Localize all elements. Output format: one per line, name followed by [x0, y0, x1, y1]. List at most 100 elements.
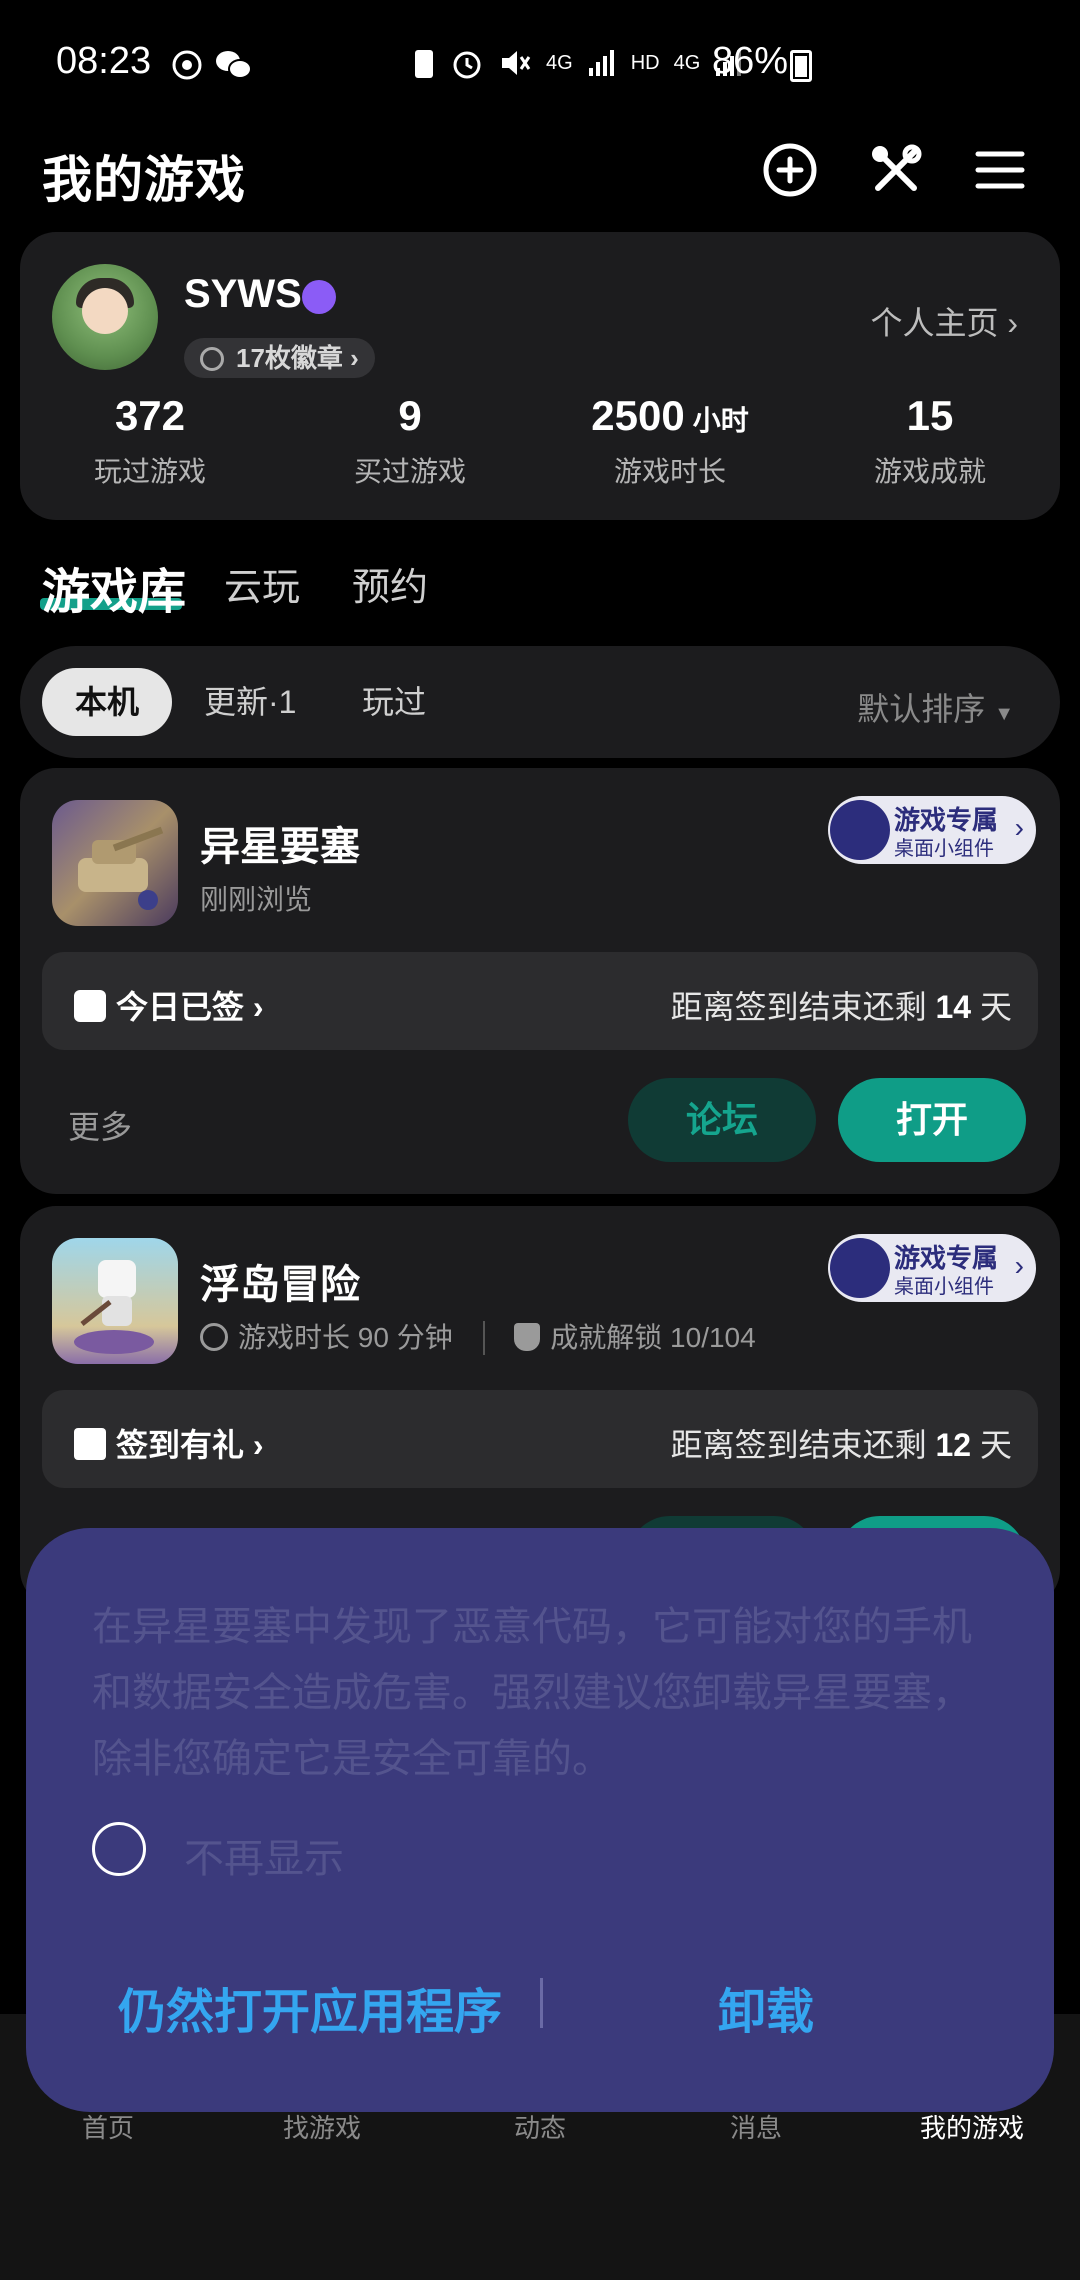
chevron-right-icon: › [244, 989, 264, 1025]
chevron-right-icon: › [1007, 305, 1018, 341]
nav-feed[interactable]: 动态 [440, 2108, 640, 2145]
sort-dropdown[interactable]: 默认排序 ▼ [857, 684, 1014, 730]
desktop-widget-button[interactable]: 游戏专属 桌面小组件 › [828, 796, 1036, 864]
medal-icon [200, 347, 224, 371]
tab-cloud-play[interactable]: 云玩 [224, 556, 300, 611]
tools-icon[interactable] [866, 140, 926, 200]
sort-label: 默认排序 [857, 691, 986, 727]
network-type-1: 4G [546, 51, 573, 74]
signal-icon [588, 50, 614, 76]
sign-in-gift[interactable]: 签到有礼 › [74, 1420, 264, 1466]
stat-bought[interactable]: 9 买过游戏 [280, 392, 540, 490]
filter-local[interactable]: 本机 [42, 668, 172, 736]
stat-unit: 小时 [692, 405, 749, 436]
chevron-right-icon: › [1014, 812, 1024, 843]
battery-percent: 86% [712, 40, 789, 82]
game-meta: 游戏时长 90 分钟 成就解锁 10/104 [200, 1316, 756, 1356]
tab-reservation[interactable]: 预约 [352, 556, 428, 611]
dialog-button-divider [540, 1978, 543, 2028]
open-button[interactable]: 打开 [838, 1078, 1026, 1162]
nav-messages[interactable]: 消息 [656, 2108, 856, 2145]
caret-down-icon: ▼ [994, 703, 1014, 725]
battery-saver-icon [415, 50, 433, 78]
stat-label: 游戏成就 [873, 456, 986, 487]
avatar[interactable] [52, 264, 158, 370]
chevron-right-icon: › [244, 1427, 264, 1463]
stat-value: 9 [398, 392, 422, 439]
stat-playtime[interactable]: 2500 小时 游戏时长 [540, 392, 800, 490]
sign-in-label: 今日已签 [116, 989, 245, 1025]
gamepad-icon [830, 1238, 890, 1298]
tab-library[interactable]: 游戏库 [42, 552, 186, 622]
stat-value: 2500 [591, 392, 685, 439]
countdown-unit: 天 [979, 1427, 1012, 1463]
nav-home[interactable]: 首页 [8, 2108, 208, 2145]
desktop-widget-button[interactable]: 游戏专属 桌面小组件 › [828, 1234, 1036, 1302]
stat-played[interactable]: 372 玩过游戏 [20, 392, 280, 490]
stat-value: 15 [906, 392, 954, 439]
gamepad-icon [830, 800, 890, 860]
menu-icon[interactable] [970, 140, 1030, 200]
open-anyway-button[interactable]: 仍然打开应用程序 [118, 1972, 502, 2042]
notification-icons [170, 48, 252, 82]
forum-button[interactable]: 论坛 [628, 1078, 816, 1162]
filter-played[interactable]: 玩过 [362, 668, 426, 736]
stat-label: 游戏时长 [613, 456, 726, 487]
game-icon[interactable] [52, 800, 178, 926]
character-icon [74, 1260, 154, 1354]
username: SYWS [184, 272, 302, 316]
dont-show-again-label[interactable]: 不再显示 [184, 1826, 344, 1884]
status-bar: 08:23 4G HD 4G 86% [0, 0, 1080, 130]
game-icon[interactable] [52, 1238, 178, 1364]
page-title: 我的游戏 [42, 152, 246, 208]
profile-home-label: 个人主页 [870, 305, 999, 341]
countdown-days: 12 [935, 1427, 972, 1463]
vip-badge-icon [302, 280, 336, 314]
battery-icon [790, 50, 812, 82]
game-playtime: 游戏时长 90 分钟 [238, 1322, 453, 1353]
stopwatch-icon [200, 1323, 228, 1351]
stat-achievements[interactable]: 15 游戏成就 [800, 392, 1060, 490]
add-circle-icon[interactable] [760, 140, 820, 200]
wechat-icon [216, 51, 252, 79]
sign-in-label: 签到有礼 [116, 1427, 245, 1463]
sign-in-status[interactable]: 今日已签 › [74, 982, 264, 1028]
chevron-right-icon: › [350, 343, 359, 373]
dont-show-again-checkbox[interactable] [92, 1822, 146, 1876]
nav-my-games[interactable]: 我的游戏 [872, 2108, 1072, 2145]
stat-label: 买过游戏 [353, 456, 466, 487]
game-achievements: 成就解锁 10/104 [550, 1322, 756, 1353]
stat-label: 玩过游戏 [93, 456, 206, 487]
countdown-prefix: 距离签到结束还剩 [670, 989, 927, 1025]
profile-home-link[interactable]: 个人主页 › [870, 298, 1018, 344]
system-icons: 4G HD 4G [412, 46, 744, 80]
game-title: 异星要塞 [200, 825, 360, 869]
nav-find-games[interactable]: 找游戏 [222, 2108, 422, 2145]
filter-updates[interactable]: 更新·1 [204, 668, 296, 736]
sync-icon [172, 50, 202, 80]
countdown-days: 14 [935, 989, 972, 1025]
sign-in-countdown: 距离签到结束还剩 14 天 [671, 982, 1012, 1028]
calendar-check-icon [74, 990, 106, 1022]
more-link[interactable]: 更多 [68, 1102, 132, 1148]
dialog-message: 在异星要塞中发现了恶意代码，它可能对您的手机和数据安全造成危害。强烈建议您卸载异… [92, 1605, 972, 1781]
badges-count: 17枚徽章 [236, 343, 343, 373]
tank-icon [78, 826, 164, 910]
chevron-right-icon: › [1014, 1250, 1024, 1281]
widget-subtitle: 桌面小组件 [894, 838, 994, 860]
hd-label: HD [630, 51, 660, 74]
badges-pill[interactable]: 17枚徽章 › [184, 338, 375, 378]
gift-icon [74, 1428, 106, 1460]
mute-icon [502, 51, 531, 75]
uninstall-button[interactable]: 卸载 [718, 1972, 814, 2042]
widget-subtitle: 桌面小组件 [894, 1276, 994, 1298]
status-time: 08:23 [56, 40, 152, 82]
game-title: 浮岛冒险 [200, 1263, 360, 1307]
countdown-prefix: 距离签到结束还剩 [670, 1427, 927, 1463]
game-subtitle: 刚刚浏览 [200, 884, 313, 915]
stat-value: 372 [114, 392, 186, 439]
sign-in-countdown: 距离签到结束还剩 12 天 [671, 1420, 1012, 1466]
trophy-icon [514, 1323, 541, 1351]
network-type-2: 4G [673, 51, 701, 74]
countdown-unit: 天 [979, 989, 1012, 1025]
